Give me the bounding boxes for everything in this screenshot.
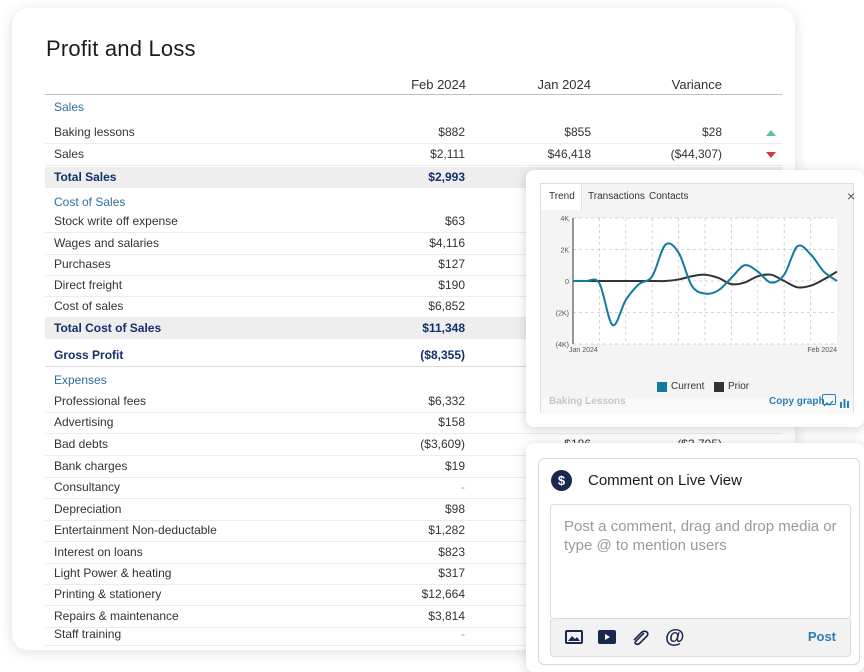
feb-value: $2,993	[428, 170, 465, 184]
close-icon[interactable]: ×	[847, 189, 855, 203]
table-row[interactable]: Sales $2,111 $46,418 ($44,307)	[45, 145, 782, 166]
row-label: Stock write off expense	[54, 214, 178, 228]
feb-value: $882	[438, 125, 465, 139]
y-tick-label: 2K	[560, 248, 569, 255]
row-label: Depreciation	[54, 502, 122, 516]
feb-value: $3,814	[428, 609, 465, 623]
feb-value: -	[461, 480, 465, 494]
feb-value: $6,332	[428, 394, 465, 408]
tab-trend[interactable]: Trend	[549, 191, 575, 202]
feb-value: $19	[444, 459, 465, 473]
comment-input[interactable]: Post a comment, drag and drop media or t…	[550, 504, 851, 619]
variance-value: ($44,307)	[670, 147, 722, 161]
row-label: Entertainment Non-deductable	[54, 523, 217, 537]
feb-value: $317	[438, 566, 465, 580]
paperclip-icon[interactable]	[631, 630, 649, 651]
mention-icon[interactable]: @	[665, 626, 685, 649]
jan-value: $855	[564, 125, 591, 139]
feb-value: $6,852	[428, 299, 465, 313]
row-label: Purchases	[54, 257, 111, 271]
row-label: Staff training	[54, 627, 122, 641]
post-button[interactable]: Post	[808, 629, 836, 644]
header-divider	[45, 94, 782, 95]
trend-up-icon	[766, 130, 776, 136]
feb-value: ($3,609)	[420, 437, 465, 451]
feb-value: $2,111	[430, 147, 465, 161]
image-icon[interactable]	[565, 630, 583, 649]
y-tick-label: (2K)	[556, 311, 569, 318]
feb-value: $11,348	[422, 321, 465, 335]
comment-toolbar: @ Post	[550, 619, 851, 657]
report-title: Profit and Loss	[46, 36, 196, 61]
feb-value: $158	[438, 415, 465, 429]
row-label: Wages and salaries	[54, 236, 159, 250]
feb-value: $1,282	[428, 523, 465, 537]
feb-value: -	[461, 627, 465, 641]
row-label: Bad debts	[54, 437, 109, 451]
row-label: Total Sales	[54, 170, 117, 184]
feb-value: $63	[444, 214, 465, 228]
row-label: Repairs & maintenance	[54, 609, 179, 623]
row-label: Sales	[54, 100, 85, 114]
section-header: Sales	[45, 96, 782, 118]
trend-account-label: Baking Lessons	[549, 396, 626, 407]
y-tick-label: (4K)	[556, 342, 569, 349]
comment-panel: $ Comment on Live View Post a comment, d…	[526, 443, 864, 672]
bar-chart-icon[interactable]	[840, 395, 849, 408]
column-header-feb[interactable]: Feb 2024	[411, 77, 466, 92]
feb-value: ($8,355)	[420, 348, 465, 362]
feb-value: $127	[438, 257, 465, 271]
table-row[interactable]: Baking lessons $882 $855 $28	[45, 121, 782, 144]
tab-contacts[interactable]: Contacts	[649, 191, 688, 202]
dollar-icon: $	[551, 470, 572, 491]
row-label: Baking lessons	[54, 125, 135, 139]
feb-value: $98	[444, 502, 465, 516]
feb-value: $823	[438, 545, 465, 559]
row-label: Bank charges	[54, 459, 128, 473]
row-label: Light Power & heating	[54, 566, 172, 580]
trend-panel: Trend Transactions Contacts × 4K 2K 0 (2K) (…	[540, 183, 855, 414]
jan-value: $46,418	[547, 147, 591, 161]
comment-card: $ Comment on Live View Post a comment, d…	[538, 458, 860, 665]
legend-swatch-current	[657, 382, 667, 392]
legend-label-prior: Prior	[728, 381, 750, 392]
y-tick-label: 4K	[560, 216, 569, 223]
row-label: Interest on loans	[54, 545, 143, 559]
x-tick-label-start: Jan 2024	[569, 347, 598, 354]
comment-placeholder: Post a comment, drag and drop media or t…	[564, 518, 837, 554]
row-label: Professional fees	[54, 394, 147, 408]
comment-title: Comment on Live View	[588, 472, 742, 489]
trend-popup: Trend Transactions Contacts × 4K 2K 0 (2K) (…	[526, 170, 864, 427]
feb-value: $4,116	[429, 236, 465, 250]
row-label: Advertising	[54, 415, 114, 429]
row-label: Direct freight	[54, 278, 123, 292]
row-label: Expenses	[54, 373, 107, 387]
variance-value: $28	[701, 125, 722, 139]
row-label: Cost of sales	[54, 299, 124, 313]
feb-value: $190	[438, 278, 465, 292]
video-icon[interactable]	[598, 630, 616, 649]
column-header-variance[interactable]: Variance	[672, 77, 722, 92]
trend-chart: 4K 2K 0 (2K) (4K)Jan 2024 Feb 2024	[556, 216, 838, 354]
trend-down-icon	[766, 152, 776, 158]
line-chart-icon[interactable]	[822, 394, 836, 407]
row-label: Printing & stationery	[54, 587, 162, 601]
row-label: Consultancy	[54, 480, 121, 494]
column-header-jan[interactable]: Jan 2024	[538, 77, 592, 92]
row-label: Sales	[54, 147, 85, 161]
legend-swatch-prior	[714, 382, 724, 392]
tab-transactions[interactable]: Transactions	[588, 191, 645, 202]
legend-label-current: Current	[671, 381, 705, 392]
row-label: Gross Profit	[54, 348, 124, 362]
row-label: Total Cost of Sales	[54, 321, 162, 335]
feb-value: $12,664	[421, 587, 465, 601]
copy-graph-link[interactable]: Copy graph	[769, 396, 825, 407]
row-label: Cost of Sales	[54, 195, 126, 209]
y-tick-label: 0	[565, 279, 569, 286]
x-tick-label-end: Feb 2024	[807, 347, 837, 354]
